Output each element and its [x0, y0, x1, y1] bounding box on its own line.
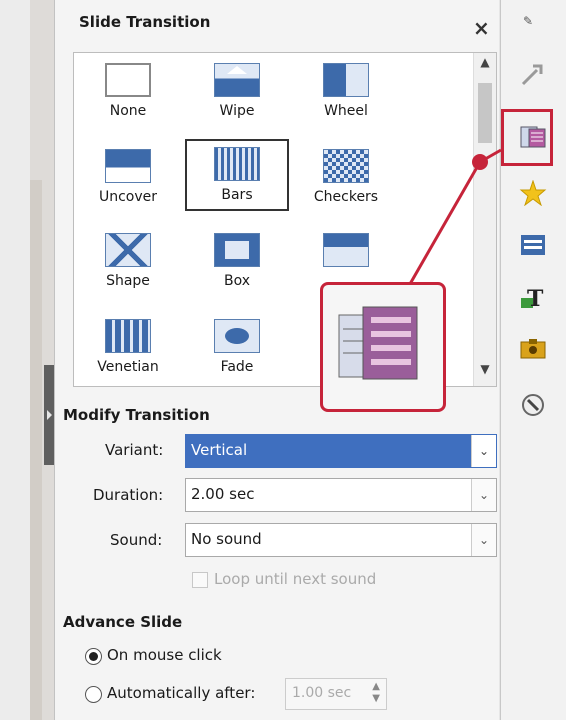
- uncover-transition-icon: [105, 149, 151, 183]
- auto-advance-time-field[interactable]: 1.00 sec ▲ ▼: [285, 678, 387, 710]
- transition-label: Bars: [221, 187, 253, 203]
- automatically-after-label: Automatically after:: [107, 684, 256, 702]
- transition-item-box[interactable]: Box: [187, 233, 287, 289]
- transition-label: Venetian: [97, 359, 159, 375]
- spin-arrows-icon[interactable]: ▲ ▼: [372, 681, 380, 705]
- none-transition-icon: [105, 63, 151, 97]
- shape-transition-icon: [105, 233, 151, 267]
- active-deck-highlight: [501, 109, 553, 166]
- variant-select[interactable]: Vertical ⌄: [185, 434, 497, 468]
- sound-select[interactable]: No sound ⌄: [185, 523, 497, 557]
- gallery-scrollbar[interactable]: ▲ ▼: [473, 53, 496, 386]
- transition-label: Box: [223, 273, 251, 289]
- gutter-shade: [30, 180, 42, 720]
- transition-item-uncover[interactable]: Uncover: [78, 149, 178, 205]
- panel-title: Slide Transition: [79, 13, 211, 31]
- transition-item-wheel[interactable]: Wheel: [296, 63, 396, 119]
- wheel-transition-icon: [323, 63, 369, 97]
- close-panel-button[interactable]: ×: [473, 18, 490, 38]
- transition-label: Shape: [106, 273, 150, 289]
- animation-icon[interactable]: [519, 180, 547, 206]
- transition-item-shape[interactable]: Shape: [78, 233, 178, 289]
- loop-checkbox[interactable]: [192, 572, 208, 588]
- box-transition-icon: [214, 233, 260, 267]
- automatically-after-radio[interactable]: [85, 686, 102, 703]
- transition-item-wipe[interactable]: Wipe: [187, 63, 287, 119]
- svg-text:T: T: [527, 286, 544, 310]
- modify-transition-heading: Modify Transition: [63, 406, 210, 424]
- scroll-up-arrow-icon[interactable]: ▲: [474, 55, 496, 77]
- loop-label: Loop until next sound: [214, 570, 377, 588]
- scroll-down-arrow-icon[interactable]: ▼: [474, 362, 496, 384]
- chevron-down-icon[interactable]: ⌄: [471, 479, 496, 511]
- on-mouse-click-radio[interactable]: [85, 648, 102, 665]
- outer-left-strip: [0, 0, 31, 720]
- transition-item-fade[interactable]: Fade: [187, 319, 287, 375]
- sound-label: Sound:: [110, 531, 163, 549]
- transition-label: None: [109, 103, 147, 119]
- zoomed-slide-transition-callout: [320, 282, 446, 412]
- transition-item-partial[interactable]: [296, 233, 396, 273]
- venetian-transition-icon: [105, 319, 151, 353]
- variant-value: Vertical: [191, 441, 248, 459]
- transition-item-bars[interactable]: Bars: [185, 139, 289, 211]
- transition-label: Wheel: [324, 103, 368, 119]
- bars-transition-icon: [214, 147, 260, 181]
- duration-label: Duration:: [93, 486, 164, 504]
- checkers-transition-icon: [323, 149, 369, 183]
- scroll-thumb[interactable]: [478, 83, 492, 143]
- variant-label: Variant:: [105, 441, 164, 459]
- auto-advance-time-value: 1.00 sec: [292, 685, 352, 701]
- sound-value: No sound: [191, 530, 262, 548]
- properties-icon[interactable]: [519, 62, 547, 88]
- styles-icon[interactable]: T: [519, 284, 547, 310]
- transition-label: Uncover: [98, 189, 158, 205]
- transition-label: Wipe: [219, 103, 255, 119]
- transition-item-checkers[interactable]: Checkers: [296, 149, 396, 205]
- fade-transition-icon: [214, 319, 260, 353]
- zoomed-slide-transition-icon: [338, 306, 418, 380]
- chevron-down-icon[interactable]: ⌄: [471, 524, 496, 556]
- transition-label: Checkers: [313, 189, 379, 205]
- navigator-icon[interactable]: [519, 392, 547, 418]
- duration-value: 2.00 sec: [191, 485, 255, 503]
- duration-field[interactable]: 2.00 sec ⌄: [185, 478, 497, 512]
- advance-slide-heading: Advance Slide: [63, 613, 183, 631]
- transition-item-venetian[interactable]: Venetian: [78, 319, 178, 375]
- sidebar-deck: ✎ T: [500, 0, 566, 720]
- on-mouse-click-label: On mouse click: [107, 646, 222, 664]
- transition-label: Fade: [220, 359, 254, 375]
- sidebar-menu-icon[interactable]: ✎: [523, 14, 533, 28]
- chevron-down-icon[interactable]: ⌄: [471, 435, 496, 467]
- gallery-icon[interactable]: [519, 336, 547, 362]
- master-slides-icon[interactable]: [519, 232, 547, 258]
- wipe-transition-icon: [214, 63, 260, 97]
- panel-splitter-handle[interactable]: [44, 365, 54, 465]
- partially-hidden-transition-icon: [323, 233, 369, 267]
- transition-item-none[interactable]: None: [78, 63, 178, 119]
